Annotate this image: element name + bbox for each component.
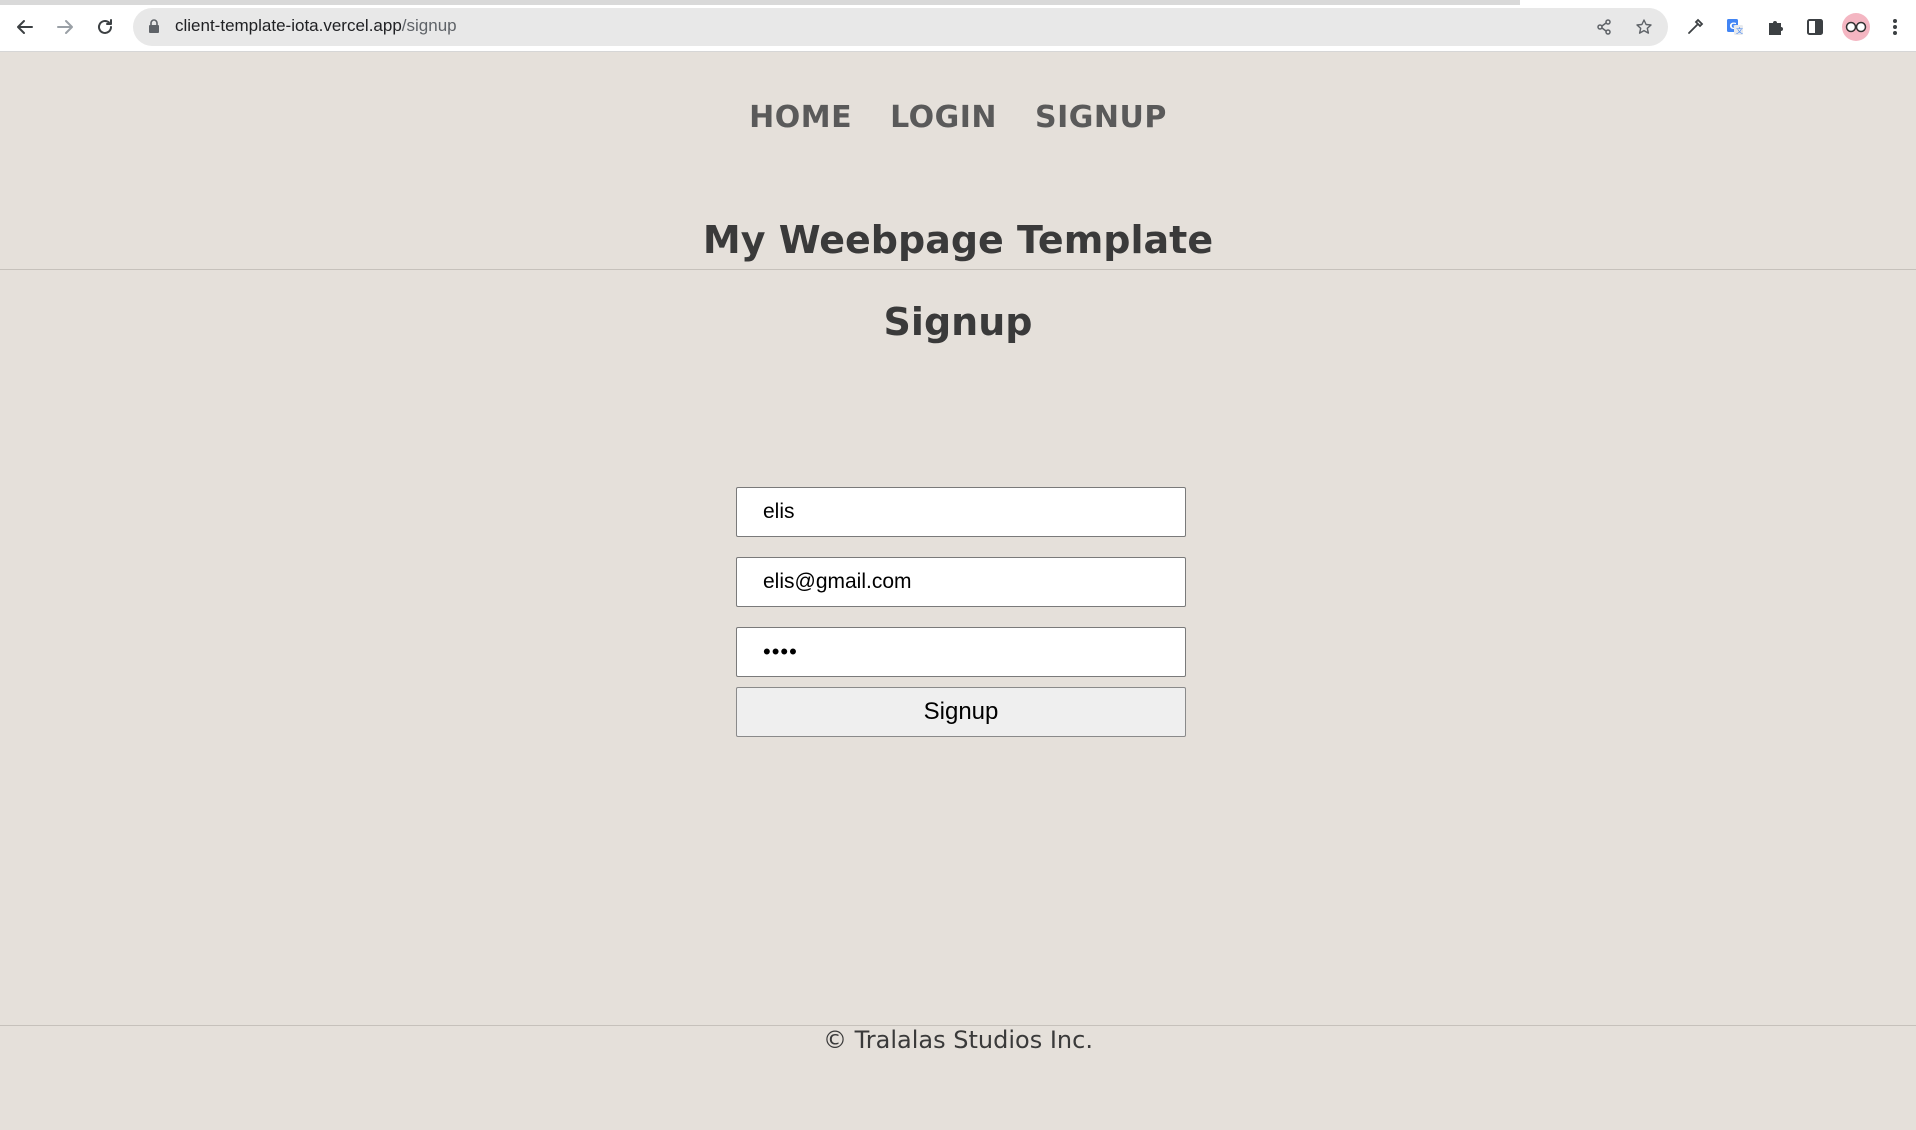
signup-button[interactable]: Signup xyxy=(736,687,1186,737)
url-path: /signup xyxy=(401,16,457,35)
email-field[interactable] xyxy=(736,557,1186,607)
footer-copyright: © Tralalas Studios Inc. xyxy=(823,1026,1093,1054)
username-field[interactable] xyxy=(736,487,1186,537)
address-bar[interactable]: client-template-iota.vercel.app/signup xyxy=(133,8,1668,46)
star-icon[interactable] xyxy=(1631,15,1657,39)
puzzle-icon[interactable] xyxy=(1760,12,1790,42)
header-divider xyxy=(0,269,1916,270)
share-icon[interactable] xyxy=(1591,15,1617,39)
site-title: My Weebpage Template xyxy=(702,218,1214,262)
site-nav: HOME LOGIN SIGNUP xyxy=(0,100,1916,135)
page-title: Signup xyxy=(883,300,1033,344)
signup-form: Signup xyxy=(736,487,1186,737)
forward-arrow-icon[interactable] xyxy=(50,12,80,42)
side-panel-icon[interactable] xyxy=(1800,12,1830,42)
password-field[interactable] xyxy=(736,627,1186,677)
reload-icon[interactable] xyxy=(90,12,120,42)
browser-toolbar: client-template-iota.vercel.app/signup G… xyxy=(0,0,1916,52)
nav-link-signup[interactable]: SIGNUP xyxy=(1035,100,1167,135)
eyedropper-icon[interactable] xyxy=(1680,12,1710,42)
url-text[interactable]: client-template-iota.vercel.app/signup xyxy=(175,16,457,36)
page-load-progress xyxy=(0,0,1520,5)
translate-icon[interactable]: G文 xyxy=(1720,12,1750,42)
lock-icon[interactable] xyxy=(148,19,160,34)
back-arrow-icon[interactable] xyxy=(10,12,40,42)
nav-link-login[interactable]: LOGIN xyxy=(890,100,997,135)
avatar[interactable] xyxy=(1842,13,1870,41)
svg-text:文: 文 xyxy=(1736,26,1743,35)
url-host: client-template-iota.vercel.app xyxy=(175,16,402,35)
nav-link-home[interactable]: HOME xyxy=(749,100,852,135)
kebab-menu-icon[interactable] xyxy=(1880,12,1910,42)
